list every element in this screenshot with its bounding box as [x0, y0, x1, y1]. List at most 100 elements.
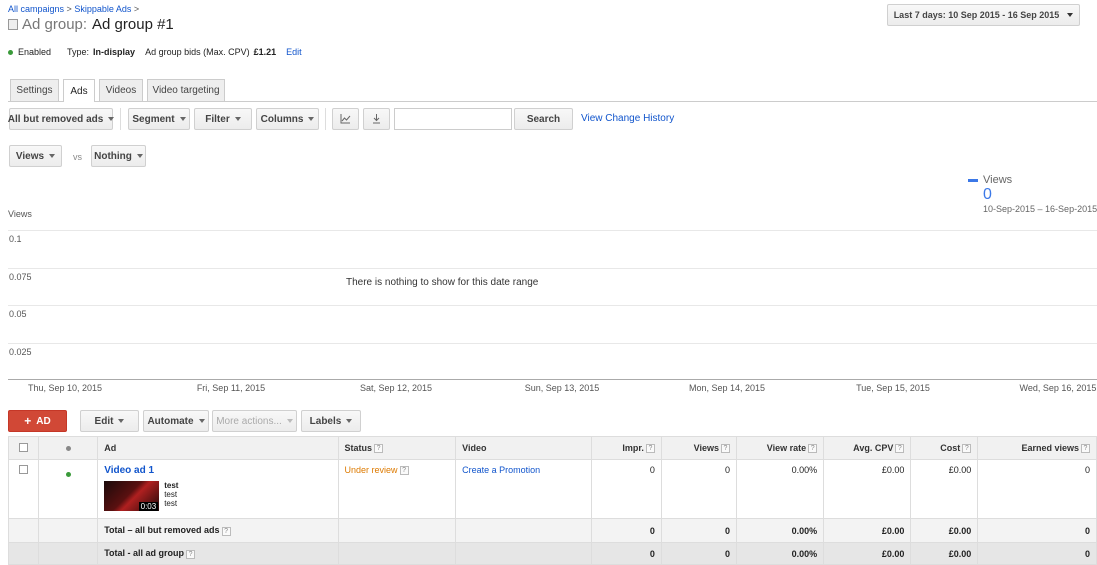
- row-video-cell: Create a Promotion: [455, 459, 592, 519]
- table-row: Video ad 1 0:03 test test test Under rev…: [7, 459, 1097, 519]
- help-icon[interactable]: ?: [645, 444, 655, 454]
- columns-button[interactable]: Columns: [256, 108, 319, 130]
- help-icon[interactable]: ?: [399, 466, 409, 476]
- breadcrumb: All campaigns > Skippable Ads >: [8, 4, 139, 14]
- total-empty-cell: [455, 542, 592, 565]
- header-avg-cpv[interactable]: Avg. CPV?: [823, 436, 912, 460]
- header-ad[interactable]: Ad: [97, 436, 339, 460]
- toolbar-divider: [325, 108, 326, 130]
- filter-label: Filter: [205, 113, 230, 125]
- total-views-cell: 0: [660, 518, 737, 543]
- filter-button[interactable]: Filter: [194, 108, 252, 130]
- total-impr-cell: 0: [590, 542, 662, 565]
- ad-name-link[interactable]: Video ad 1: [104, 465, 331, 476]
- chart-gridline: [8, 230, 1097, 231]
- y-tick-label: 0.075: [9, 272, 32, 282]
- help-icon[interactable]: ?: [374, 444, 384, 454]
- header-status[interactable]: Status?: [337, 436, 457, 460]
- breadcrumb-campaign[interactable]: Skippable Ads: [74, 4, 131, 14]
- header-view-rate[interactable]: View rate?: [735, 436, 825, 460]
- view-change-history-link[interactable]: View Change History: [581, 113, 674, 124]
- metric1-selector[interactable]: Views: [9, 145, 62, 167]
- chart-gridline: [8, 343, 1097, 344]
- ad-headline: test: [164, 481, 179, 490]
- toolbar-divider: [120, 108, 121, 130]
- header-views[interactable]: Views?: [660, 436, 737, 460]
- labels-label: Labels: [309, 415, 342, 427]
- row-avg-cpv-cell: £0.00: [823, 459, 912, 519]
- row-checkbox[interactable]: [19, 465, 29, 474]
- edit-button[interactable]: Edit: [80, 410, 139, 432]
- y-tick-label: 0.025: [9, 347, 32, 357]
- automate-label: Automate: [147, 415, 194, 427]
- header-video[interactable]: Video: [455, 436, 592, 460]
- search-button[interactable]: Search: [514, 108, 573, 130]
- header-status-label: Status: [344, 442, 373, 453]
- total-empty-cell: [38, 542, 99, 565]
- status-line: Enabled Type: In-display Ad group bids (…: [8, 47, 302, 57]
- tabs-baseline: [8, 101, 1097, 102]
- adgroup-icon: [8, 19, 18, 30]
- select-all-checkbox[interactable]: [19, 442, 29, 452]
- tab-videos[interactable]: Videos: [99, 79, 143, 101]
- download-button[interactable]: [363, 108, 390, 130]
- status-dot-icon[interactable]: [65, 472, 71, 477]
- add-ad-label: AD: [36, 415, 51, 427]
- tab-ads[interactable]: Ads: [63, 79, 95, 102]
- legend-date-range: 10-Sep-2015 – 16-Sep-2015: [983, 204, 1097, 214]
- ad-status-value: Under review: [344, 465, 398, 475]
- date-range-selector[interactable]: Last 7 days: 10 Sep 2015 - 16 Sep 2015: [887, 4, 1080, 26]
- help-icon[interactable]: ?: [1081, 444, 1090, 454]
- header-status-dot: [38, 436, 99, 460]
- create-promotion-link[interactable]: Create a Promotion: [462, 465, 540, 475]
- metric2-selector[interactable]: Nothing: [91, 145, 146, 167]
- download-icon: [373, 114, 380, 124]
- legend-series-name: Views: [983, 174, 1013, 186]
- add-ad-button[interactable]: + AD: [8, 410, 67, 432]
- plus-icon: +: [24, 414, 32, 428]
- header-select: [7, 436, 40, 460]
- total-row: Total - all ad group? 0 0 0.00% £0.00 £0…: [7, 542, 1097, 565]
- chevron-down-icon: [234, 117, 241, 121]
- header-cost[interactable]: Cost?: [910, 436, 979, 460]
- header-impr[interactable]: Impr.?: [590, 436, 662, 460]
- help-icon[interactable]: ?: [895, 444, 905, 454]
- help-icon[interactable]: ?: [808, 444, 818, 454]
- help-icon[interactable]: ?: [720, 444, 730, 454]
- bids-label: Ad group bids (Max. CPV): [145, 47, 250, 57]
- total-cost-cell: £0.00: [910, 518, 979, 543]
- header-impr-label: Impr.: [622, 442, 644, 453]
- header-earned-views-label: Earned views: [1021, 442, 1079, 453]
- header-cost-label: Cost: [940, 442, 961, 453]
- header-earned-views[interactable]: Earned views?: [977, 436, 1097, 460]
- segment-button[interactable]: Segment: [128, 108, 190, 130]
- chart-empty-message: There is nothing to show for this date r…: [346, 277, 539, 288]
- chevron-down-icon: [49, 154, 56, 158]
- more-actions-button[interactable]: More actions...: [212, 410, 297, 432]
- bids-value: £1.21: [253, 47, 277, 57]
- total-earned-views-cell: 0: [977, 518, 1097, 543]
- x-tick-label: Wed, Sep 16, 2015: [1019, 383, 1097, 393]
- video-thumbnail[interactable]: 0:03: [104, 481, 160, 511]
- search-input[interactable]: [394, 108, 512, 130]
- chart-y-axis-label: Views: [8, 209, 32, 219]
- type-label: Type:: [67, 47, 90, 57]
- help-icon[interactable]: ?: [186, 549, 196, 559]
- edit-bids-link[interactable]: Edit: [286, 47, 302, 57]
- tab-video-targeting[interactable]: Video targeting: [147, 79, 225, 101]
- chart-toggle-button[interactable]: [332, 108, 359, 130]
- row-impr-cell: 0: [590, 459, 662, 519]
- automate-button[interactable]: Automate: [143, 410, 209, 432]
- ads-table: Ad Status? Video Impr.? Views? View rate…: [7, 436, 1097, 565]
- ad-status-filter-button[interactable]: All but removed ads: [8, 108, 115, 130]
- ad-text: test test test: [164, 481, 178, 511]
- status-value: Enabled: [18, 47, 52, 57]
- labels-button[interactable]: Labels: [301, 410, 361, 432]
- total-empty-cell: [7, 518, 40, 543]
- help-icon[interactable]: ?: [221, 526, 231, 536]
- tab-settings[interactable]: Settings: [10, 79, 59, 101]
- total-empty-cell: [337, 518, 457, 543]
- breadcrumb-all-campaigns[interactable]: All campaigns: [8, 4, 64, 14]
- help-icon[interactable]: ?: [962, 444, 972, 454]
- chevron-down-icon: [286, 419, 293, 423]
